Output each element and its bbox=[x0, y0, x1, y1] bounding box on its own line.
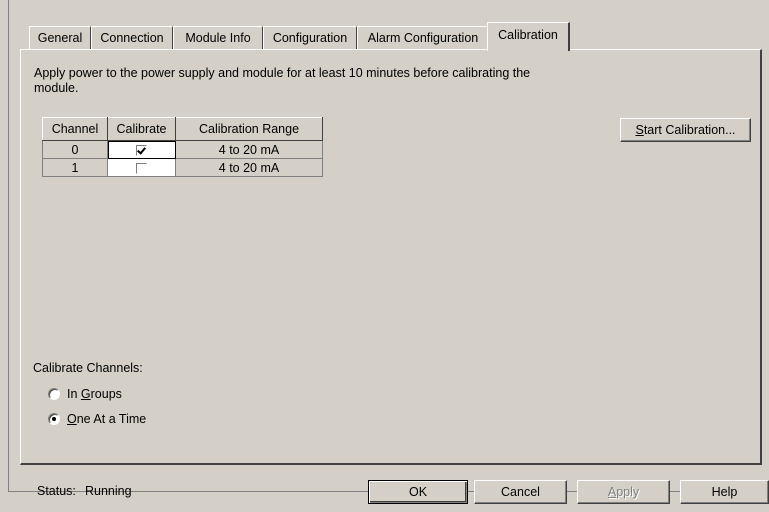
radio-button-selected-icon[interactable] bbox=[48, 413, 60, 425]
tab-connection[interactable]: Connection bbox=[91, 26, 173, 49]
channel-cell: 1 bbox=[42, 158, 108, 177]
tab-alarm-configuration[interactable]: Alarm Configuration bbox=[357, 26, 489, 49]
one-at-a-time-label: One At a Time bbox=[67, 412, 147, 426]
table-row[interactable]: 0 4 to 20 mA bbox=[42, 140, 323, 159]
tab-configuration[interactable]: Configuration bbox=[263, 26, 357, 49]
in-groups-label: In Groups bbox=[67, 387, 122, 401]
ok-label: OK bbox=[408, 485, 428, 499]
range-cell: 4 to 20 mA bbox=[175, 140, 323, 159]
tab-general[interactable]: General bbox=[29, 26, 91, 49]
calibrate-cell[interactable] bbox=[107, 158, 176, 177]
cancel-label: Cancel bbox=[501, 485, 540, 499]
range-cell: 4 to 20 mA bbox=[175, 158, 323, 177]
calibrate-checkbox[interactable] bbox=[136, 144, 147, 156]
status-label: Status: bbox=[37, 484, 76, 498]
calibration-tab-page bbox=[20, 49, 762, 465]
apply-label: Apply bbox=[607, 485, 640, 499]
help-button[interactable]: Help bbox=[680, 480, 769, 504]
tab-calibration[interactable]: Calibration bbox=[487, 22, 570, 51]
calibration-grid: Channel Calibrate Calibration Range 0 4 … bbox=[42, 117, 323, 177]
channel-cell: 0 bbox=[42, 140, 108, 159]
calibrate-cell[interactable] bbox=[107, 140, 176, 159]
start-calibration-label: Start Calibration... bbox=[635, 123, 736, 137]
status-value: Running bbox=[85, 484, 132, 498]
column-header-calibration-range[interactable]: Calibration Range bbox=[175, 117, 323, 141]
help-label: Help bbox=[711, 485, 738, 499]
ok-button[interactable]: OK bbox=[368, 480, 468, 504]
calibrate-checkbox[interactable] bbox=[136, 162, 147, 174]
radio-button-icon[interactable] bbox=[48, 388, 60, 400]
module-properties-dialog: General Connection Module Info Configura… bbox=[0, 0, 769, 512]
calibrate-channels-label: Calibrate Channels: bbox=[33, 361, 143, 375]
column-header-channel[interactable]: Channel bbox=[42, 117, 108, 141]
apply-button[interactable]: Apply bbox=[577, 480, 670, 504]
dialog-edge bbox=[8, 0, 9, 492]
cancel-button[interactable]: Cancel bbox=[474, 480, 567, 504]
calibration-instructions: Apply power to the power supply and modu… bbox=[34, 66, 531, 95]
column-header-calibrate[interactable]: Calibrate bbox=[107, 117, 176, 141]
table-row[interactable]: 1 4 to 20 mA bbox=[42, 158, 323, 177]
start-calibration-button[interactable]: Start Calibration... bbox=[620, 118, 751, 142]
tab-module-info[interactable]: Module Info bbox=[173, 26, 263, 49]
